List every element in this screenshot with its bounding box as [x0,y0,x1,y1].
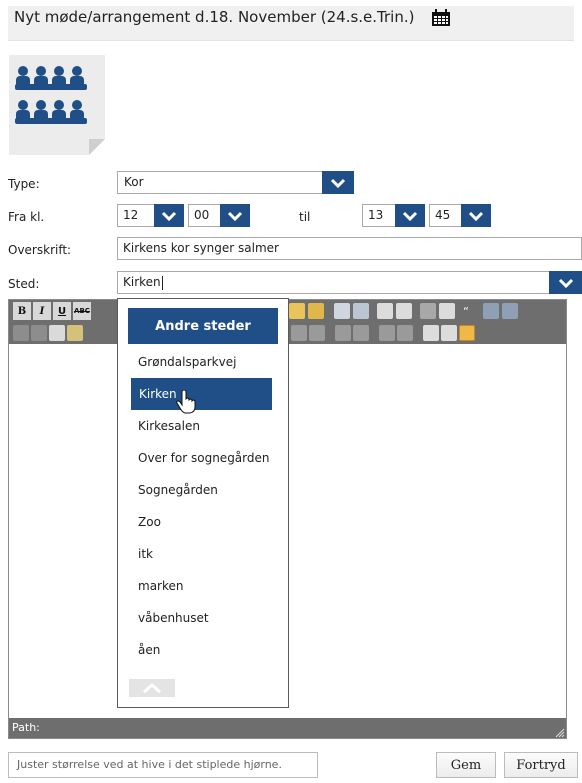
page-title: Nyt møde/arrangement d.18. November (24.… [14,8,415,26]
save-button[interactable]: Gem [436,752,496,778]
strikethrough-icon[interactable]: ABC [73,302,91,320]
hand-cursor-icon [176,389,196,414]
bold-icon[interactable]: B [13,302,31,320]
col-before-icon[interactable] [335,325,351,341]
place-dropdown-popup: Andre steder Grøndalsparkvej Kirken Kirk… [117,298,289,708]
indent-icon[interactable] [439,303,455,319]
from-hour-value: 12 [123,208,139,222]
unlink-icon[interactable] [31,325,47,341]
place-option-label: Kirken [139,387,177,401]
place-option[interactable]: marken [138,579,184,593]
type-value: Kor [124,175,144,189]
place-value: Kirken [123,275,161,289]
resize-hint: Juster størrelse ved at hive i det stipl… [8,752,318,778]
link-icon[interactable] [13,325,29,341]
type-label: Type: [8,177,40,191]
table-icon[interactable] [459,325,475,341]
chevron-down-icon [402,211,418,221]
remove-format-icon[interactable] [441,325,457,341]
choir-image [9,55,105,155]
chevron-down-icon [558,278,573,288]
merge-cells-icon[interactable] [397,325,413,341]
anchor-icon[interactable] [49,325,65,341]
place-dropdown-button[interactable] [549,271,582,294]
headline-value: Kirkens kor synger salmer [123,241,279,255]
place-option-selected[interactable]: Kirken [131,378,272,410]
type-select[interactable]: Kor [117,171,354,194]
text-cursor [161,275,163,290]
outdent-icon[interactable] [420,303,436,319]
cancel-button[interactable]: Fortryd [504,752,578,778]
row-before-icon[interactable] [291,325,307,341]
to-hour-value: 13 [368,208,384,222]
from-min-value: 00 [194,208,210,222]
place-option[interactable]: Zoo [138,515,161,529]
place-option[interactable]: åen [138,643,160,657]
numbered-list-icon[interactable] [396,303,412,319]
undo-icon[interactable] [483,303,499,319]
redo-icon[interactable] [502,303,518,319]
from-min-dropdown[interactable] [220,204,250,227]
chevron-down-icon [330,178,346,188]
place-option[interactable]: itk [138,547,153,561]
place-option[interactable]: Kirkesalen [138,419,200,433]
horizontal-rule-icon[interactable] [423,325,439,341]
paste-word-icon[interactable] [308,303,324,319]
editor-path-bar: Path: [9,718,566,738]
resize-handle-icon[interactable] [555,727,565,738]
place-label: Sted: [8,277,40,291]
headline-label: Overskrift: [8,243,72,257]
chevron-down-icon [227,211,243,221]
path-label: Path: [12,721,40,734]
split-cells-icon[interactable] [379,325,395,341]
to-min-dropdown[interactable] [461,204,491,227]
place-option[interactable]: våbenhuset [138,611,209,625]
row-after-icon[interactable] [309,325,325,341]
to-hour-dropdown[interactable] [395,204,425,227]
blockquote-icon[interactable]: “ [458,303,474,319]
to-label: til [299,210,311,224]
find-icon[interactable] [334,303,350,319]
col-after-icon[interactable] [353,325,369,341]
chevron-up-icon [143,683,161,694]
place-input[interactable]: Kirken [117,271,582,294]
from-label: Fra kl. [8,210,45,224]
cleanup-icon[interactable] [67,325,83,341]
page-fold-shadow [89,139,105,155]
chevron-down-icon [468,211,484,221]
scroll-up-button[interactable] [129,679,175,697]
paste-text-icon[interactable] [289,303,305,319]
bullet-list-icon[interactable] [377,303,393,319]
place-option[interactable]: Sognegården [138,483,218,497]
chevron-down-icon [161,211,177,221]
to-min-value: 45 [435,208,451,222]
type-dropdown-button[interactable] [322,171,354,194]
headline-input[interactable]: Kirkens kor synger salmer [117,237,582,260]
place-option[interactable]: Grøndalsparkvej [138,355,236,369]
italic-icon[interactable]: I [33,302,51,320]
popup-header: Andre steder [128,308,278,344]
replace-icon[interactable] [353,303,369,319]
underline-icon[interactable]: U [53,302,71,320]
from-hour-dropdown[interactable] [154,204,184,227]
calendar-icon[interactable] [431,9,451,27]
place-option[interactable]: Over for sognegården [138,451,270,465]
